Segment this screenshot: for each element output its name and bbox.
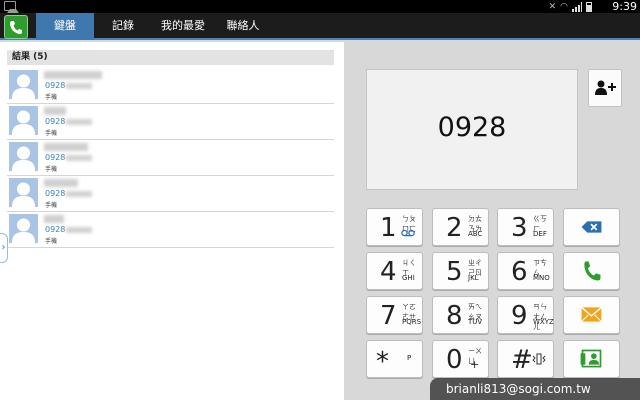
tab-contacts[interactable]: 聯絡人 <box>214 13 272 40</box>
contact-number: 0928 <box>45 153 93 162</box>
voicemail-icon <box>401 229 415 237</box>
contact-name-blurred <box>44 143 88 151</box>
key-hash[interactable]: # <box>497 340 554 378</box>
key-2[interactable]: 2 ㄉㄊㄋㄌ ABC <box>432 208 489 246</box>
search-results-panel: 結果 (5) 0928 手機 0928 手機 0928 手機 0928 手機 0… <box>0 42 344 400</box>
status-bar: ✕ ◠ 9:39 <box>0 0 640 13</box>
contact-number-type: 手機 <box>45 130 58 137</box>
key-6[interactable]: 6 ㄗㄘㄙ MNO <box>497 252 554 290</box>
contact-row[interactable]: 0928 手機 <box>7 104 334 140</box>
key-8[interactable]: 8 ㄞㄟㄠㄡ TUV <box>432 296 489 334</box>
signal-icon <box>572 1 582 12</box>
contact-row[interactable]: 0928 手機 <box>7 176 334 212</box>
gallery-notification-icon <box>4 1 19 13</box>
phone-call-icon <box>584 261 601 281</box>
backspace-icon <box>581 221 602 233</box>
key-4[interactable]: 4 ㄐㄑㄒ GHI <box>366 252 423 290</box>
dial-number-display[interactable]: 0928 <box>366 69 578 190</box>
contact-name-blurred <box>44 71 102 79</box>
status-icons: ✕ ◠ <box>549 1 592 12</box>
contact-number: 0928 <box>45 189 93 198</box>
contact-card-icon <box>580 349 602 368</box>
contact-row[interactable]: 0928 手機 <box>7 140 334 176</box>
contact-row[interactable]: 0928 手機 <box>7 68 334 104</box>
contact-number-type: 手機 <box>45 166 58 173</box>
add-contact-icon <box>595 80 616 95</box>
avatar-icon <box>9 142 38 171</box>
key-0[interactable]: 0 ㄧㄨㄩ + <box>432 340 489 378</box>
avatar-icon <box>9 70 38 99</box>
battery-icon <box>586 1 592 12</box>
contact-number-type: 手機 <box>45 238 58 245</box>
avatar-icon <box>9 214 38 243</box>
contact-number: 0928 <box>45 81 93 90</box>
tab-logs[interactable]: 記錄 <box>94 13 152 40</box>
results-header: 結果 (5) <box>7 50 334 65</box>
key-star[interactable]: * P <box>366 340 423 378</box>
phone-app-icon[interactable] <box>4 15 28 39</box>
contact-number: 0928 <box>45 117 93 126</box>
video-call-button[interactable] <box>563 340 620 378</box>
dialed-number: 0928 <box>437 112 507 143</box>
clock: 9:39 <box>612 0 637 13</box>
vibrate-mode-icon <box>532 353 546 365</box>
message-button[interactable] <box>563 296 620 334</box>
contact-name-blurred <box>44 179 78 187</box>
expand-panel-handle[interactable]: › <box>0 233 8 263</box>
key-3[interactable]: 3 ㄍㄎㄏ DEF <box>497 208 554 246</box>
avatar-icon <box>9 106 38 135</box>
contact-row[interactable]: 0928 手機 <box>7 212 334 248</box>
contact-number: 0928 <box>45 225 93 234</box>
key-1[interactable]: 1 ㄅㄆㄇㄈ <box>366 208 423 246</box>
avatar-icon <box>9 178 38 207</box>
contact-name-blurred <box>44 215 64 223</box>
delete-button[interactable] <box>563 208 620 246</box>
dialer-panel: 0928 1 ㄅㄆㄇㄈ 2 ㄉㄊㄋㄌ ABC 3 ㄍㄎㄏ DEF 4 ㄐㄑㄒ G… <box>344 42 640 400</box>
contact-number-type: 手機 <box>45 202 58 209</box>
tab-keypad[interactable]: 鍵盤 <box>36 13 94 40</box>
key-9[interactable]: 9 ㄢㄣㄤㄥㄦ WXYZ <box>497 296 554 334</box>
contact-number-type: 手機 <box>45 94 58 101</box>
tab-favorites[interactable]: 我的最愛 <box>152 13 214 40</box>
envelope-icon <box>581 306 602 322</box>
call-button[interactable] <box>563 252 620 290</box>
mute-icon: ✕ <box>548 1 557 12</box>
contact-name-blurred <box>44 107 66 115</box>
wifi-icon: ◠ <box>560 1 568 12</box>
tab-bar: 鍵盤 記錄 我的最愛 聯絡人 <box>0 13 640 40</box>
add-contact-button[interactable] <box>588 69 622 107</box>
watermark: brianli813@sogi.com.tw <box>430 378 640 400</box>
key-7[interactable]: 7 ㄚㄛㄜㄝ PQRS <box>366 296 423 334</box>
key-5[interactable]: 5 ㄓㄔㄕㄖ JKL <box>432 252 489 290</box>
